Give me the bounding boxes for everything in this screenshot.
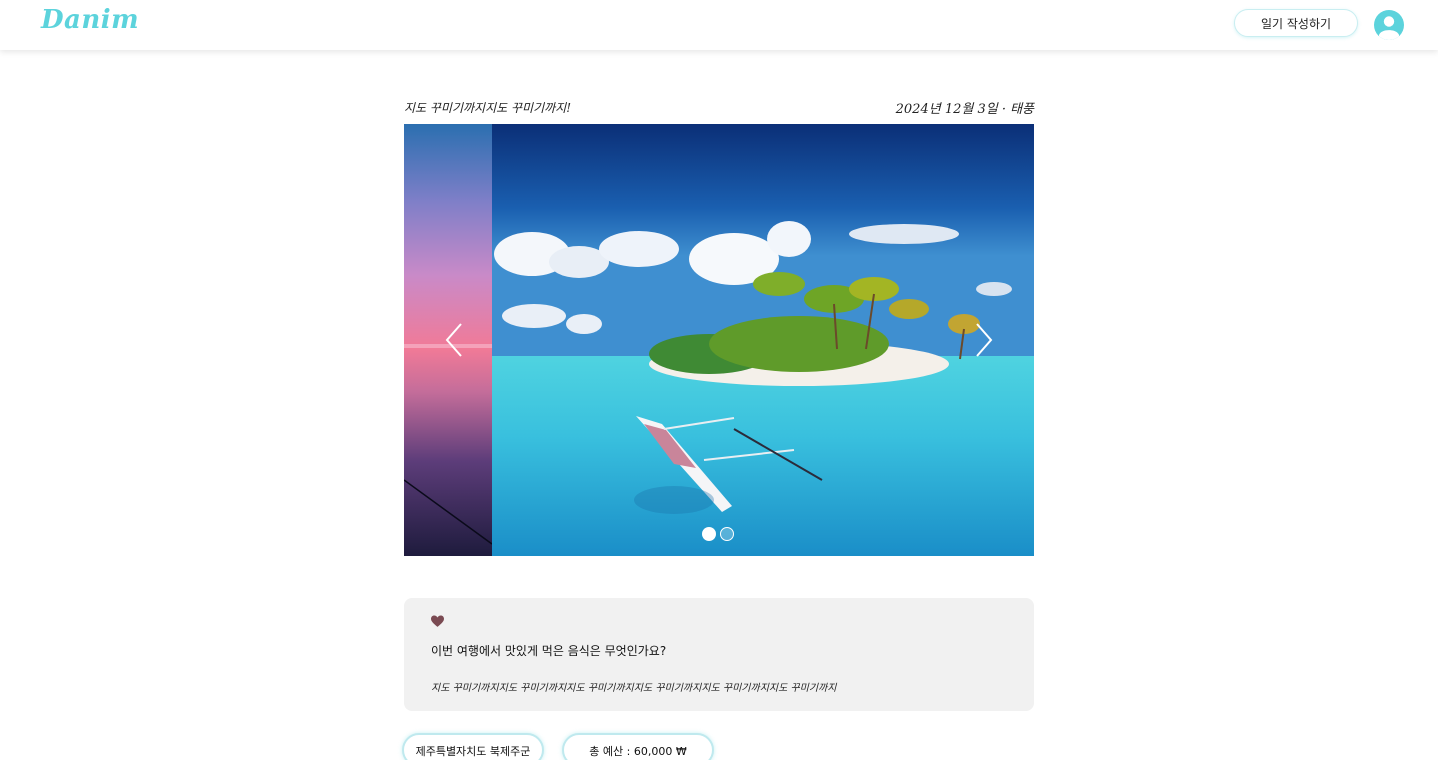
budget-tag[interactable]: 총 예산 : 60,000 ₩	[562, 733, 714, 760]
question-text: 이번 여행에서 맛있게 먹은 음식은 무엇인가요?	[431, 644, 667, 658]
location-tag[interactable]: 제주특별자치도 북제주군	[402, 733, 544, 760]
photo-carousel[interactable]	[404, 124, 1034, 556]
carousel-photos	[404, 124, 1034, 556]
carousel-dots	[702, 527, 734, 541]
carousel-dot-1[interactable]	[702, 527, 716, 541]
user-avatar-icon[interactable]	[1374, 10, 1404, 40]
chevron-right-icon[interactable]	[973, 320, 995, 360]
post-date-weather: 2024년 12월 3일 · 태풍	[895, 102, 1034, 117]
chevron-left-icon[interactable]	[443, 320, 465, 360]
logo[interactable]: Danim	[41, 5, 139, 35]
heart-icon[interactable]	[431, 613, 444, 627]
write-diary-button[interactable]: 일기 작성하기	[1234, 9, 1358, 37]
carousel-dot-2[interactable]	[720, 527, 734, 541]
top-header: Danim 일기 작성하기	[0, 0, 1438, 50]
answer-text: 지도 꾸미기까지지도 꾸미기까지지도 꾸미기까지지도 꾸미기까지지도 꾸미기까지…	[431, 683, 837, 694]
post-title: 지도 꾸미기까지지도 꾸미기까지!	[404, 101, 572, 115]
question-answer-card: 이번 여행에서 맛있게 먹은 음식은 무엇인가요? 지도 꾸미기까지지도 꾸미기…	[404, 598, 1034, 711]
